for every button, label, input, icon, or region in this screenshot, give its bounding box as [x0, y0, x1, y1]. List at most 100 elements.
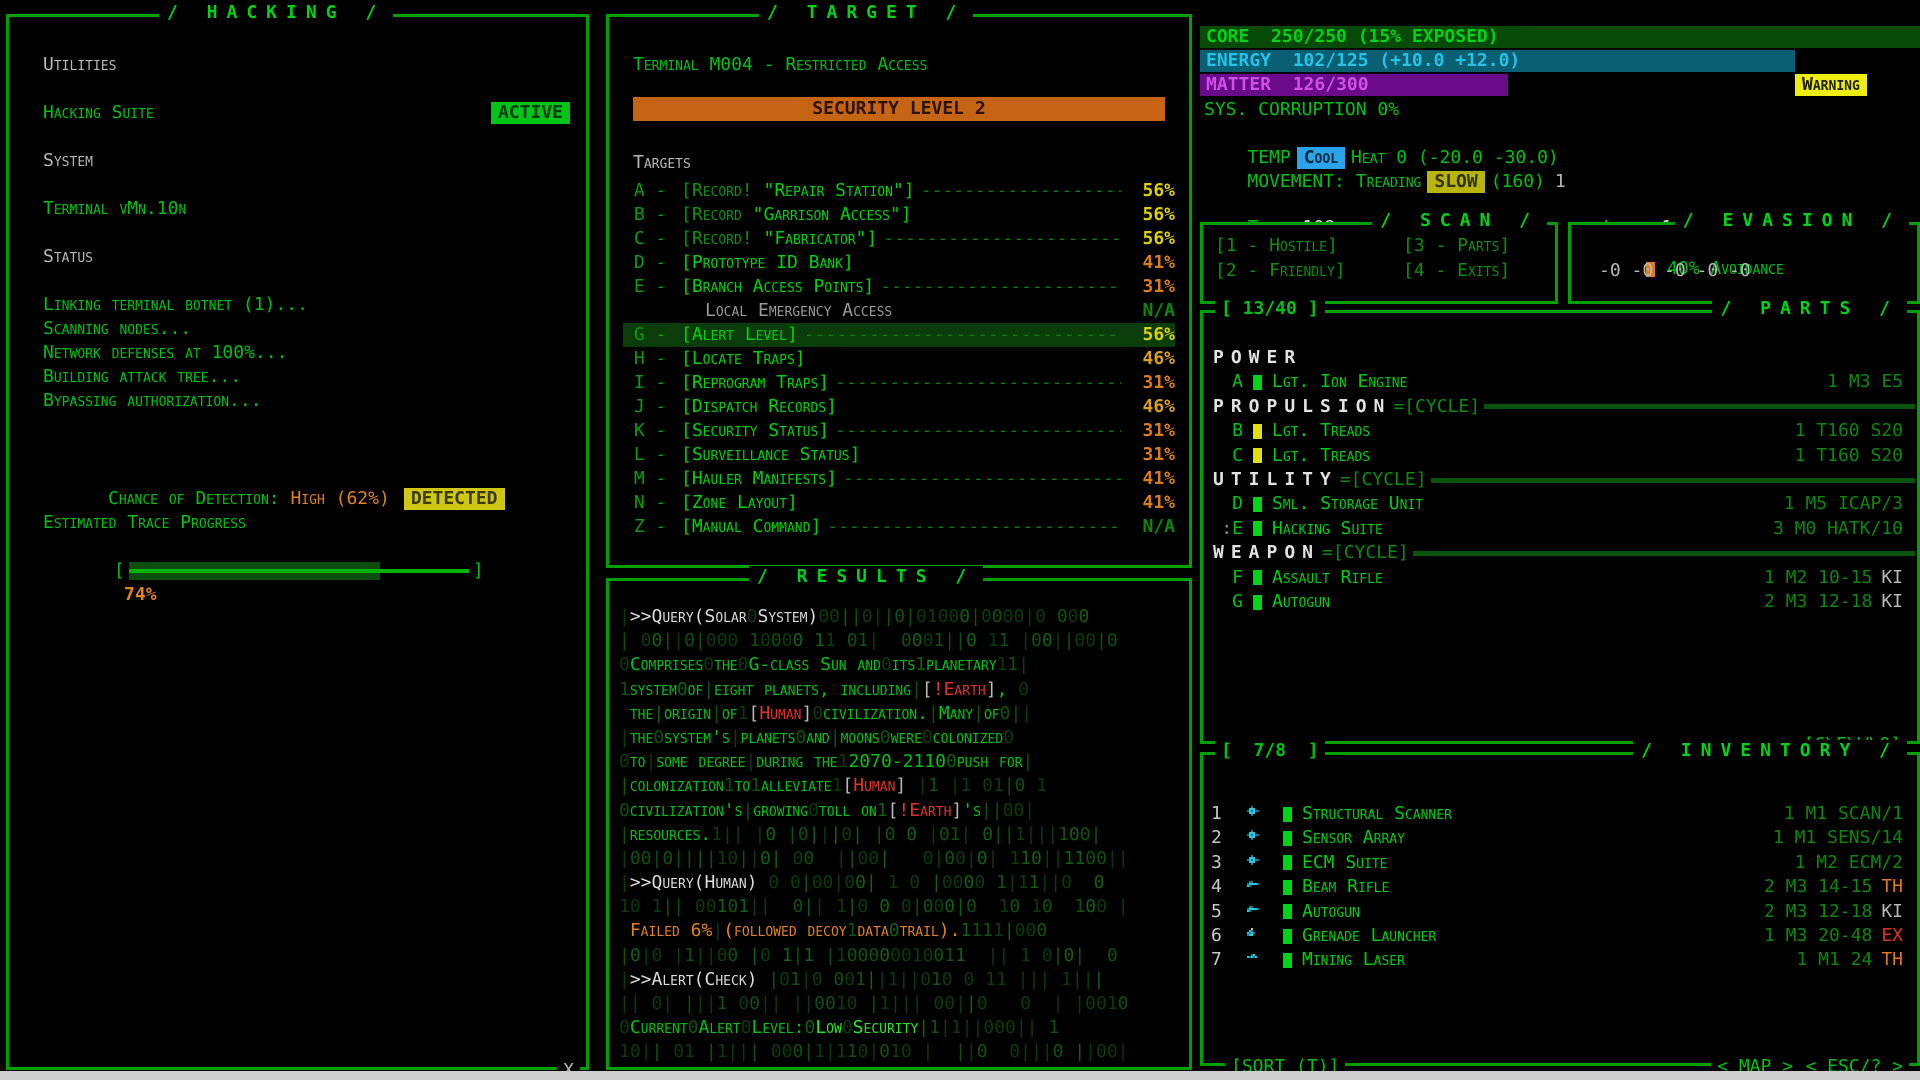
movement-line: MOVEMENT: TreadingSLOW(160)1 — [1204, 146, 1566, 170]
inventory-row-5[interactable]: 5Autogun2 M3 12-18KI — [1203, 900, 1917, 924]
target-row-A[interactable]: A - [Record! "Repair Station"]----------… — [623, 179, 1175, 203]
detection-line: Chance of Detection: High (62%)DETECTED — [43, 463, 505, 487]
launcher-icon — [1245, 927, 1273, 945]
results-line: 0civilization's|growing0toll on1[!Earth]… — [619, 799, 1181, 823]
scan-options: [1 - Hostile][3 - Parts][2 - Friendly][4… — [1215, 233, 1510, 283]
target-list: A - [Record! "Repair Station"]----------… — [623, 179, 1175, 539]
target-row-B[interactable]: B - [Record "Garrison Access"]56% — [623, 203, 1175, 227]
cycle-button[interactable]: =[CYCLE] — [1322, 541, 1409, 565]
sys-corruption: SYS. CORRUPTION 0% — [1204, 98, 1399, 122]
results-line: Failed 6%|(followed decoy1data0trail).11… — [619, 919, 1181, 943]
results-line: 1system0of|eight planets, including|[!Ea… — [619, 678, 1181, 702]
results-line: 0Current0Alert0Level:0Low0Security|1|1||… — [619, 1016, 1181, 1040]
integrity-indicator — [1283, 880, 1292, 895]
security-level-banner: SECURITY LEVEL 2 — [633, 97, 1165, 121]
integrity-indicator — [1283, 953, 1292, 968]
matter-bar: MATTER 126/300 — [1200, 74, 1508, 96]
inventory-row-4[interactable]: 4Beam Rifle2 M3 14-15TH — [1203, 875, 1917, 899]
game-screen: / HACKING / Utilities Hacking Suite ACTI… — [0, 0, 1920, 1080]
parts-group-power: POWER — [1203, 346, 1917, 370]
results-line: 0to|some degree|during the12070-21100pus… — [619, 750, 1181, 774]
integrity-indicator — [1283, 904, 1292, 919]
target-row-Z[interactable]: Z - [Manual Command]--------------------… — [623, 515, 1175, 539]
target-panel: / TARGET / Terminal M004 - Restricted Ac… — [606, 14, 1192, 568]
results-line: |>>Alert(Check) |01|0 001||1||010 0 11 |… — [619, 968, 1181, 992]
target-row-M[interactable]: M - [Hauler Manifests]------------------… — [623, 467, 1175, 491]
results-line: |00|0||||10||0| 00 ||00| 0|00|0| 110||11… — [619, 847, 1181, 871]
part-row-E[interactable]: :EHacking Suite3 M0 HATK/10 — [1203, 517, 1917, 541]
inventory-row-1[interactable]: 1Structural Scanner1 M1 SCAN/1 — [1203, 802, 1917, 826]
terminal-name: Terminal M004 - Restricted Access — [633, 53, 927, 77]
scanner-icon — [1245, 829, 1273, 847]
bar-close-bracket: ] — [473, 560, 484, 581]
inventory-panel: [ 7/8 ] / INVENTORY / 1Structural Scanne… — [1200, 752, 1920, 1066]
trace-percent: 74% — [124, 584, 157, 605]
inventory-row-7[interactable]: 7Mining Laser1 M1 24TH — [1203, 948, 1917, 972]
results-line: |the0system's|planets0and|moons0were0col… — [619, 726, 1181, 750]
target-row-E[interactable]: E - [Branch Access Points]--------------… — [623, 275, 1175, 299]
detection-level: High (62%) — [290, 488, 389, 509]
utilities-header: Utilities — [43, 53, 116, 77]
hacking-panel-title: / HACKING / — [159, 2, 393, 23]
results-log: |>>Query(Solar0System)00||0||0|01000|000… — [619, 605, 1181, 1065]
part-row-G[interactable]: GAutogun2 M3 12-18KI — [1203, 590, 1917, 614]
cycle-button[interactable]: =[CYCLE] — [1393, 395, 1480, 419]
target-row-G[interactable]: G - [Alert Level]-----------------------… — [623, 323, 1175, 347]
avoidance-line: 40% Avoidance — [1581, 233, 1784, 257]
part-row-F[interactable]: FAssault Rifle1 M2 10-15KI — [1203, 566, 1917, 590]
time-line: Time:108 — [1204, 192, 1335, 216]
inventory-row-3[interactable]: 3ECM Suite1 M2 ECM/2 — [1203, 851, 1917, 875]
target-row-C[interactable]: C - [Record! "Fabricator"]--------------… — [623, 227, 1175, 251]
results-line: 0Comprises0the0G-class Sun and0its1plane… — [619, 653, 1181, 677]
status-line: Scanning nodes... — [43, 317, 308, 341]
bottom-strip — [0, 1071, 1920, 1080]
results-panel: / RESULTS / |>>Query(Solar0System)00||0|… — [606, 578, 1192, 1070]
part-row-C[interactable]: CLgt. Treads1 T160 S20 — [1203, 444, 1917, 468]
results-line: |>>Query(Solar0System)00||0||0|01000|000… — [619, 605, 1181, 629]
scan-option[interactable]: [4 - Exits] — [1403, 258, 1510, 283]
inventory-row-2[interactable]: 2Sensor Array1 M1 SENS/14 — [1203, 826, 1917, 850]
cycle-button[interactable]: =[CYCLE] — [1340, 468, 1427, 492]
scan-option[interactable]: [3 - Parts] — [1403, 233, 1510, 258]
target-row-N[interactable]: N - [Zone Layout]41% — [623, 491, 1175, 515]
trace-line — [129, 569, 469, 573]
results-line: |0|0 |1||00 |0 1|1 |100000010011 || 1 0|… — [619, 944, 1181, 968]
bar-open-bracket: [ — [114, 560, 125, 581]
energy-bar: ENERGY 102/125 (+10.0 +12.0) — [1200, 50, 1795, 72]
status-header: Status — [43, 245, 93, 269]
temp-line: TEMPCoolHeat 0 (-20.0 -30.0) — [1204, 122, 1559, 146]
integrity-indicator — [1253, 521, 1262, 536]
target-row-L[interactable]: L - [Surveillance Status]31% — [623, 443, 1175, 467]
integrity-indicator — [1253, 595, 1262, 610]
gun-icon — [1245, 878, 1273, 896]
target-panel-title: / TARGET / — [759, 2, 973, 23]
scan-option[interactable]: [1 - Hostile] — [1215, 233, 1403, 258]
part-row-A[interactable]: ALgt. Ion Engine1 M3 E5 — [1203, 370, 1917, 394]
results-line: 10 1|| 00101|| 0|| 1|0 0 0|000|0 10 10 1… — [619, 895, 1181, 919]
part-row-D[interactable]: DSml. Storage Unit1 M5 ICAP/3 — [1203, 492, 1917, 516]
integrity-indicator — [1283, 807, 1292, 822]
parts-group-weapon: WEAPON=[CYCLE] — [1203, 541, 1917, 565]
part-row-B[interactable]: BLgt. Treads1 T160 S20 — [1203, 419, 1917, 443]
target-row-J[interactable]: J - [Dispatch Records]46% — [623, 395, 1175, 419]
inventory-list: 1Structural Scanner1 M1 SCAN/12Sensor Ar… — [1203, 755, 1917, 1063]
hacking-suite-item[interactable]: Hacking Suite — [43, 101, 154, 125]
scan-option[interactable]: [2 - Friendly] — [1215, 258, 1403, 283]
status-line: Building attack tree... — [43, 365, 308, 389]
results-line: |>>Query(Human) 0 0|00|00| 1 0 |0000 1|1… — [619, 871, 1181, 895]
integrity-indicator — [1283, 831, 1292, 846]
parts-group-propulsion: PROPULSION=[CYCLE] — [1203, 395, 1917, 419]
target-row-H[interactable]: H - [Locate Traps]46% — [623, 347, 1175, 371]
parts-list: POWERALgt. Ion Engine1 M3 E5PROPULSION=[… — [1203, 313, 1917, 741]
gun-icon — [1245, 903, 1273, 921]
target-row-K[interactable]: K - [Security Status]-------------------… — [623, 419, 1175, 443]
inventory-row-6[interactable]: 6Grenade Launcher1 M3 20-48EX — [1203, 924, 1917, 948]
target-row-D[interactable]: D - [Prototype ID Bank]41% — [623, 251, 1175, 275]
parts-group-utility: UTILITY=[CYCLE] — [1203, 468, 1917, 492]
evasion-panel-title: / EVASION / — [1675, 210, 1909, 231]
warning-badge: Warning — [1795, 74, 1867, 96]
results-line: | 00||0|000 10000 11 01| 0001||0 11 |00|… — [619, 629, 1181, 653]
target-row-I[interactable]: I - [Reprogram Traps]-------------------… — [623, 371, 1175, 395]
integrity-indicator — [1253, 497, 1262, 512]
active-badge: ACTIVE — [491, 102, 570, 124]
